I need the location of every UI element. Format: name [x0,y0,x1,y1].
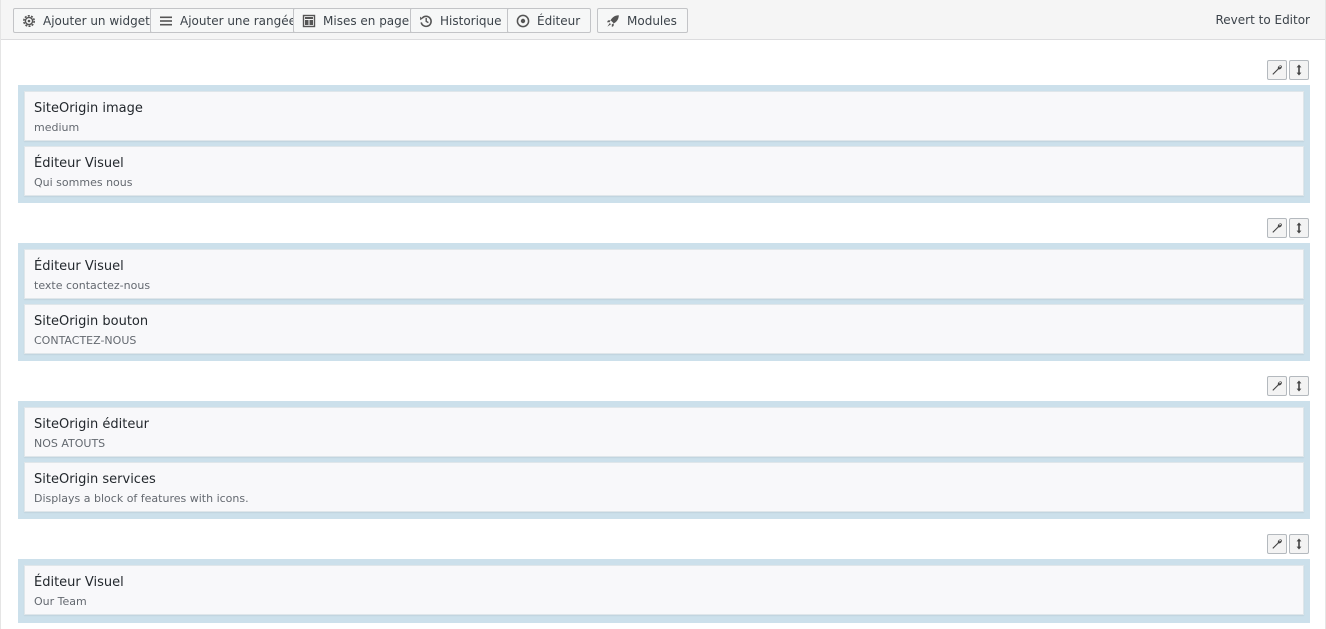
widget-description: CONTACTEZ-NOUS [34,334,137,347]
widget-card[interactable]: SiteOrigin éditeur NOS ATOUTS [24,407,1304,457]
widget-card[interactable]: Éditeur Visuel Our Team [24,565,1304,615]
widget-description: Our Team [34,595,87,608]
widget-description: NOS ATOUTS [34,437,106,450]
move-arrows-icon [1293,538,1305,550]
row-settings-button[interactable] [1267,218,1287,238]
editor-label: Éditeur [537,13,581,28]
add-row-button[interactable]: Ajouter une rangée [150,8,308,33]
widget-card[interactable]: SiteOrigin services Displays a block of … [24,462,1304,512]
move-arrows-icon [1293,380,1305,392]
editor-button[interactable]: Éditeur [507,8,592,33]
row-controls [1267,218,1309,238]
row-move-button[interactable] [1289,534,1309,554]
row-controls [1267,376,1309,396]
row-controls [1267,534,1309,554]
gear-icon [22,14,36,28]
panel-row[interactable]: SiteOrigin éditeur NOS ATOUTS SiteOrigin… [18,401,1310,519]
add-row-label: Ajouter une rangée [180,13,297,28]
widget-title: Éditeur Visuel [34,575,124,590]
page-builder: Ajouter un widget Ajouter une rangée Mis… [0,0,1326,629]
widget-title: Éditeur Visuel [34,259,124,274]
widget-card[interactable]: Éditeur Visuel texte contactez-nous [24,249,1304,299]
layouts-label: Mises en page [323,13,410,28]
add-widget-button[interactable]: Ajouter un widget [13,8,161,33]
history-icon [419,14,433,28]
widget-title: SiteOrigin image [34,101,143,116]
wrench-icon [1271,222,1283,234]
row-move-button[interactable] [1289,60,1309,80]
add-widget-label: Ajouter un widget [43,13,150,28]
move-arrows-icon [1293,64,1305,76]
row-move-button[interactable] [1289,376,1309,396]
panel-row[interactable]: SiteOrigin image medium Éditeur Visuel Q… [18,85,1310,203]
eye-icon [516,14,530,28]
rocket-icon [606,14,620,28]
widget-description: medium [34,121,80,134]
row-settings-button[interactable] [1267,376,1287,396]
panel-row[interactable]: Éditeur Visuel Our Team [18,559,1310,623]
wrench-icon [1271,380,1283,392]
widget-card[interactable]: Éditeur Visuel Qui sommes nous [24,146,1304,196]
widget-card[interactable]: SiteOrigin image medium [24,91,1304,141]
layout-icon [302,14,316,28]
widget-description: Displays a block of features with icons. [34,492,249,505]
row-settings-button[interactable] [1267,60,1287,80]
panel-row[interactable]: Éditeur Visuel texte contactez-nous Site… [18,243,1310,361]
widget-description: texte contactez-nous [34,279,151,292]
history-button[interactable]: Historique [410,8,513,33]
widget-title: SiteOrigin services [34,472,156,487]
widget-description: Qui sommes nous [34,176,133,189]
wrench-icon [1271,538,1283,550]
widget-title: Éditeur Visuel [34,156,124,171]
modules-label: Modules [627,13,677,28]
move-arrows-icon [1293,222,1305,234]
modules-button[interactable]: Modules [597,8,688,33]
layouts-button[interactable]: Mises en page [293,8,421,33]
history-label: Historique [440,13,502,28]
widget-title: SiteOrigin éditeur [34,417,149,432]
widget-title: SiteOrigin bouton [34,314,149,329]
menu-lines-icon [159,14,173,28]
row-controls [1267,60,1309,80]
row-settings-button[interactable] [1267,534,1287,554]
builder-toolbar: Ajouter un widget Ajouter une rangée Mis… [1,0,1325,40]
revert-to-editor-link[interactable]: Revert to Editor [1216,13,1311,27]
row-move-button[interactable] [1289,218,1309,238]
widget-card[interactable]: SiteOrigin bouton CONTACTEZ-NOUS [24,304,1304,354]
wrench-icon [1271,64,1283,76]
